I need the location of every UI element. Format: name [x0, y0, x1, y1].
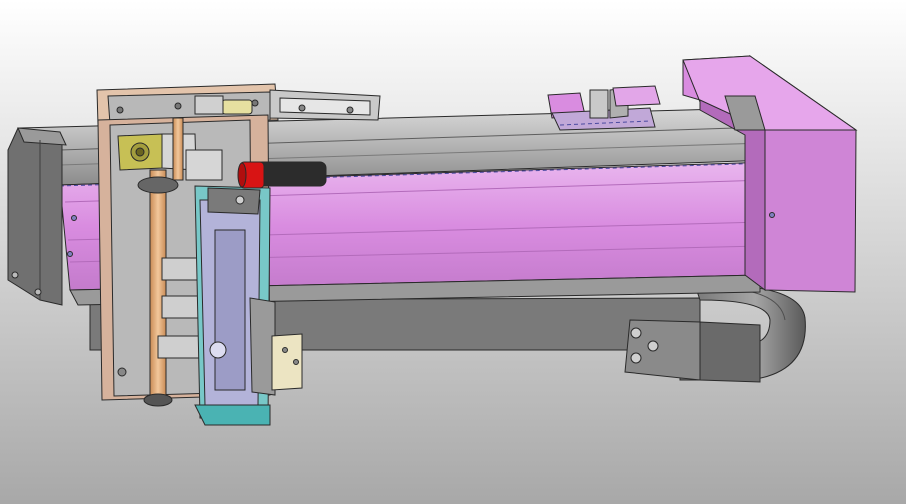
mounting-bracket-icon: [624, 319, 761, 383]
motor-block-icon: [7, 127, 67, 306]
brass-block-icon: [117, 133, 197, 171]
red-knob-icon[interactable]: [237, 161, 327, 189]
assembly-model[interactable]: [0, 0, 906, 504]
cad-3d-viewport[interactable]: [0, 0, 906, 504]
mounting-plate-icon: [271, 333, 303, 391]
gripper-plate-icon[interactable]: [194, 185, 276, 426]
